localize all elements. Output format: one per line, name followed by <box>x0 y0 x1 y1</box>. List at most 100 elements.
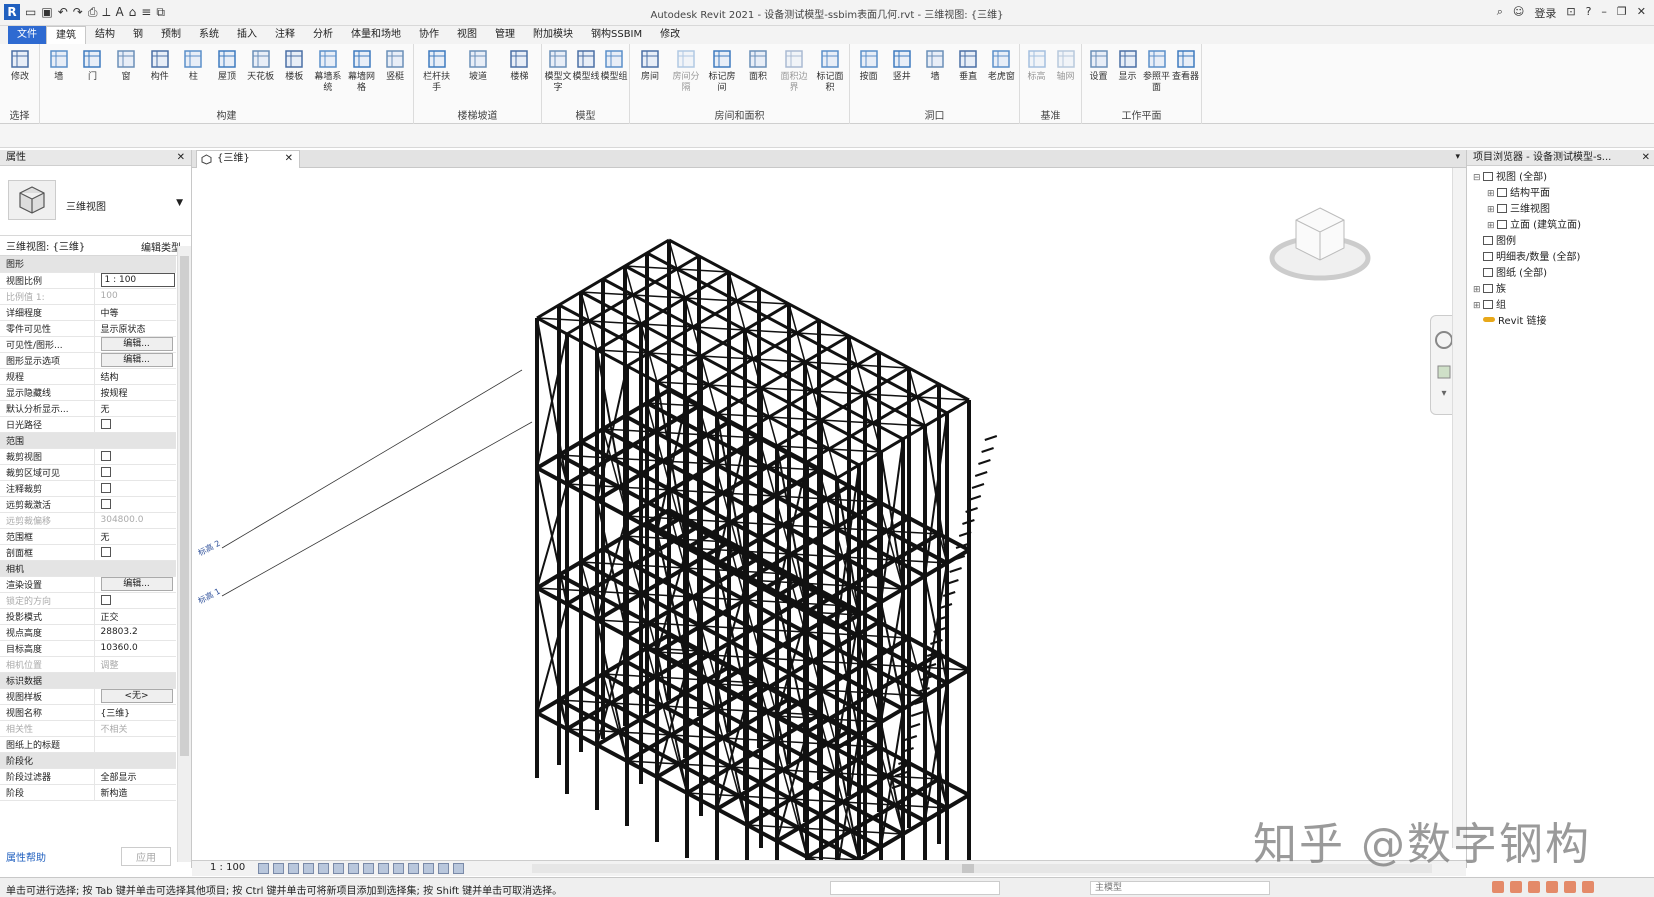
checkbox[interactable] <box>100 498 111 509</box>
ribbon-button-4-3[interactable]: 面积 <box>743 48 773 83</box>
checkbox[interactable] <box>100 418 111 429</box>
property-value[interactable]: 结构 <box>93 368 176 385</box>
edit-button[interactable]: 编辑... <box>100 353 173 367</box>
tab-7[interactable]: 注释 <box>266 26 304 44</box>
ribbon-button-7-2[interactable]: 参照平面 <box>1142 48 1172 94</box>
close-icon[interactable]: ✕ <box>177 150 185 166</box>
ribbon-button-4-5[interactable]: 标记面积 <box>815 48 845 94</box>
level-label[interactable]: 标高 1 <box>196 586 222 606</box>
section-header[interactable]: 范围 <box>0 432 176 449</box>
instance-filter[interactable]: 三维视图: {三维} 编辑类型 <box>0 236 191 256</box>
property-value[interactable]: 全部显示 <box>93 768 176 785</box>
expand-icon[interactable]: ⊞ <box>1487 202 1497 218</box>
ribbon-button-5-0[interactable]: 按面 <box>854 48 884 83</box>
property-value[interactable] <box>93 736 176 753</box>
tab-10[interactable]: 协作 <box>410 26 448 44</box>
edit-button[interactable]: 编辑... <box>100 337 173 351</box>
property-value[interactable] <box>93 592 176 609</box>
ribbon-button-5-4[interactable]: 老虎窗 <box>986 48 1016 83</box>
unlock-3d-icon[interactable] <box>363 863 374 874</box>
ribbon-button-6-0[interactable]: 标高 <box>1022 48 1052 83</box>
section-header[interactable]: 阶段化 <box>0 752 176 769</box>
browser-item[interactable]: ⊟ 视图 (全部) <box>1467 170 1654 186</box>
property-value[interactable]: {三维} <box>93 704 176 721</box>
tab-14[interactable]: 钢构SSBIM <box>582 26 651 44</box>
apply-button[interactable]: 应用 <box>121 847 171 866</box>
close-icon[interactable]: ✕ <box>285 151 293 167</box>
property-value[interactable]: 28803.2 <box>93 624 176 641</box>
browser-item[interactable]: 图例 <box>1467 234 1654 250</box>
browser-item[interactable]: ⊞ 结构平面 <box>1467 186 1654 202</box>
browser-item[interactable]: ⊞ 立面 (建筑立面) <box>1467 218 1654 234</box>
ribbon-button-1-9[interactable]: 幕墙网格 <box>347 48 377 94</box>
properties-help-link[interactable]: 属性帮助 <box>6 849 46 864</box>
level-label[interactable]: 标高 2 <box>196 538 222 558</box>
browser-item[interactable]: 明细表/数量 (全部) <box>1467 250 1654 266</box>
ribbon-button-5-2[interactable]: 墙 <box>920 48 950 83</box>
steel-structure-model[interactable]: 标高 2 标高 1 <box>192 168 1452 897</box>
3d-view-canvas[interactable]: 标高 2 标高 1 ▾ <box>192 168 1466 897</box>
restore-button[interactable]: ❐ <box>1617 5 1627 21</box>
close-button[interactable]: ✕ <box>1637 5 1646 21</box>
chevron-down-icon[interactable]: ▾ <box>1455 152 1460 162</box>
edit-type-button[interactable]: 编辑类型 <box>141 239 181 254</box>
drag-on-select-icon[interactable] <box>1564 881 1576 893</box>
scale-input[interactable]: 1 : 100 <box>100 273 175 287</box>
reveal-hidden-icon[interactable] <box>393 863 404 874</box>
ribbon-button-1-10[interactable]: 竖梃 <box>380 48 410 83</box>
tab-8[interactable]: 分析 <box>304 26 342 44</box>
property-value[interactable] <box>93 464 176 481</box>
property-value[interactable]: 无 <box>93 528 176 545</box>
ribbon-button-4-0[interactable]: 房间 <box>635 48 665 83</box>
user-icon[interactable]: ☺ <box>1513 5 1524 21</box>
select-pinned-icon[interactable] <box>1528 881 1540 893</box>
ribbon-button-4-1[interactable]: 房间分隔 <box>671 48 701 94</box>
browser-item[interactable]: ⊞ 三维视图 <box>1467 202 1654 218</box>
tab-0[interactable]: 文件 <box>8 26 46 44</box>
ribbon-button-1-8[interactable]: 幕墙系统 <box>313 48 343 94</box>
sun-path-icon[interactable] <box>288 863 299 874</box>
property-value[interactable]: 新构造 <box>93 784 176 801</box>
ribbon-button-3-1[interactable]: 模型线 <box>571 48 601 83</box>
browser-item[interactable]: Revit 链接 <box>1467 314 1654 330</box>
property-value[interactable]: 编辑... <box>93 576 176 593</box>
cart-icon[interactable]: ⊡ <box>1566 5 1575 21</box>
edit-button[interactable]: 编辑... <box>100 577 173 591</box>
checkbox[interactable] <box>100 546 111 557</box>
ribbon-button-3-2[interactable]: 模型组 <box>599 48 629 83</box>
property-value[interactable] <box>93 496 176 513</box>
type-selector[interactable]: 三维视图 ▼ <box>0 166 191 236</box>
expand-icon[interactable]: ⊞ <box>1487 186 1497 202</box>
ribbon-button-1-1[interactable]: 门 <box>77 48 107 83</box>
ribbon-button-1-5[interactable]: 屋顶 <box>212 48 242 83</box>
property-value[interactable] <box>93 448 176 465</box>
filter-icon[interactable] <box>1582 881 1594 893</box>
ribbon-button-2-2[interactable]: 楼梯 <box>504 48 534 83</box>
ribbon-button-7-3[interactable]: 查看器 <box>1171 48 1201 83</box>
section-header[interactable]: 标识数据 <box>0 672 176 689</box>
ribbon-button-4-4[interactable]: 面积边界 <box>779 48 809 94</box>
tab-13[interactable]: 附加模块 <box>524 26 582 44</box>
model-selector[interactable]: 主模型 <box>1090 881 1270 895</box>
property-value[interactable]: 无 <box>93 400 176 417</box>
browser-item[interactable]: ⊞ 族 <box>1467 282 1654 298</box>
ribbon-button-7-1[interactable]: 显示 <box>1113 48 1143 83</box>
ribbon-button-6-1[interactable]: 轴网 <box>1051 48 1081 83</box>
ribbon-button-1-2[interactable]: 窗 <box>111 48 141 83</box>
select-by-face-icon[interactable] <box>1546 881 1558 893</box>
expand-icon[interactable]: ⊞ <box>1487 218 1497 234</box>
tab-11[interactable]: 视图 <box>448 26 486 44</box>
search-icon[interactable]: ⌕ <box>1497 5 1503 21</box>
checkbox[interactable] <box>100 482 111 493</box>
view-scrollbar[interactable] <box>1452 168 1466 848</box>
select-underlay-icon[interactable] <box>1510 881 1522 893</box>
expand-icon[interactable]: ⊞ <box>1473 282 1483 298</box>
property-value[interactable]: 1 : 100 <box>93 272 176 289</box>
ribbon-button-3-0[interactable]: 模型文字 <box>543 48 573 94</box>
ribbon-button-5-3[interactable]: 垂直 <box>953 48 983 83</box>
tab-2[interactable]: 结构 <box>86 26 124 44</box>
detail-level-icon[interactable] <box>258 863 269 874</box>
tab-6[interactable]: 插入 <box>228 26 266 44</box>
edit-button[interactable]: <无> <box>100 689 173 703</box>
chevron-down-icon[interactable]: ▼ <box>176 198 183 208</box>
